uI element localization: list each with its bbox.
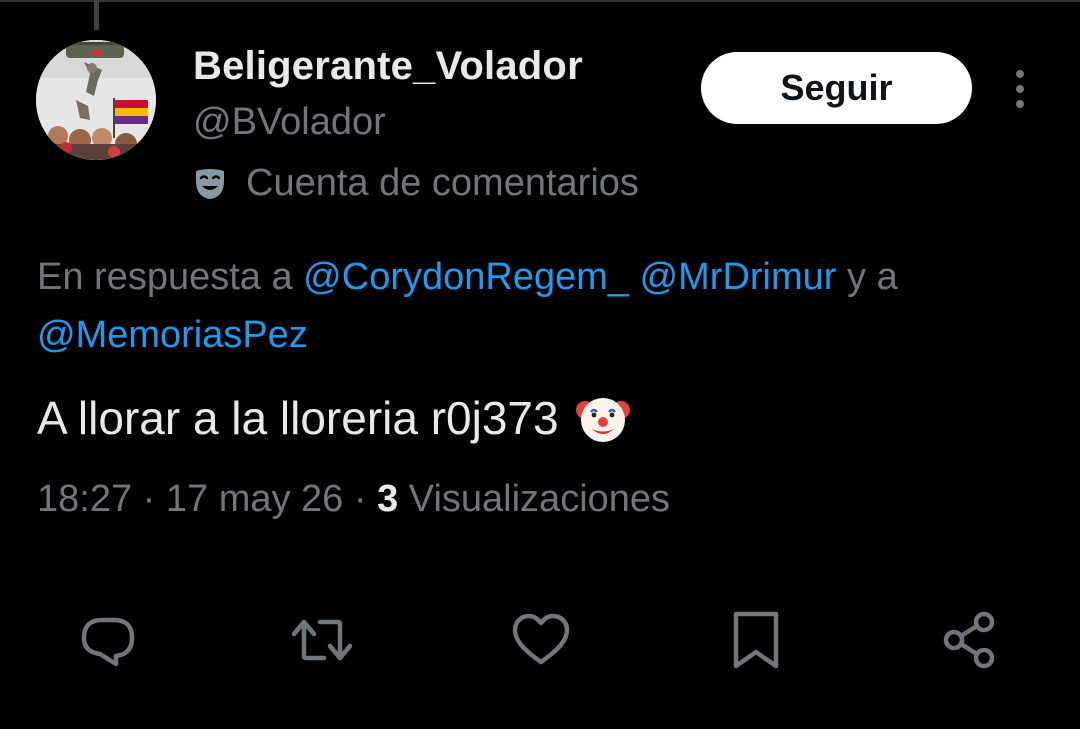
more-dot: [1016, 70, 1024, 78]
avatar[interactable]: [36, 40, 156, 160]
tweet-text-content: A llorar a la lloreria r0j373: [37, 392, 559, 444]
like-button[interactable]: [509, 608, 573, 672]
more-options-icon[interactable]: [1002, 66, 1038, 112]
follow-button[interactable]: Seguir: [701, 52, 972, 124]
tweet-meta: 18:27 · 17 may 26 · 3 Visualizaciones: [37, 478, 670, 521]
account-label-text: Cuenta de comentarios: [246, 161, 639, 204]
mask-icon: [196, 169, 224, 199]
bookmark-icon: [733, 611, 779, 669]
top-divider: [0, 0, 1080, 2]
meta-separator: ·: [343, 478, 378, 520]
reply-to-prefix: En respuesta a: [37, 256, 304, 298]
thread-connector-line: [94, 0, 99, 30]
reply-to-connector: y a: [836, 256, 898, 298]
retweet-button[interactable]: [290, 608, 354, 672]
meta-separator: ·: [132, 478, 166, 520]
reply-to-line: En respuesta a @CorydonRegem_ @MrDrimur …: [37, 248, 1057, 364]
author-handle[interactable]: @BVolador: [193, 101, 386, 144]
share-button[interactable]: [938, 608, 1002, 672]
views-count: 3: [377, 478, 399, 520]
comment-icon: [81, 617, 135, 667]
share-icon: [943, 611, 995, 669]
mention-link[interactable]: @MrDrimur: [640, 256, 837, 298]
bookmark-button[interactable]: [724, 608, 788, 672]
tweet-time[interactable]: 18:27: [37, 478, 132, 520]
more-dot: [1016, 100, 1024, 108]
tweet-date[interactable]: 17 may 26: [166, 478, 343, 520]
tweet-text: A llorar a la lloreria r0j373: [37, 390, 631, 446]
retweet-icon: [291, 619, 353, 661]
views-label: Visualizaciones: [398, 478, 671, 520]
author-display-name[interactable]: Beligerante_Volador: [193, 44, 583, 89]
mention-link[interactable]: @CorydonRegem_: [303, 256, 629, 298]
mention-link[interactable]: @MemoriasPez: [37, 314, 308, 356]
heart-icon: [512, 613, 570, 665]
more-dot: [1016, 85, 1024, 93]
clown-face-icon: [575, 398, 630, 442]
reply-button[interactable]: [76, 608, 140, 672]
action-bar: [0, 600, 1080, 680]
account-label: Cuenta de comentarios: [190, 160, 639, 206]
